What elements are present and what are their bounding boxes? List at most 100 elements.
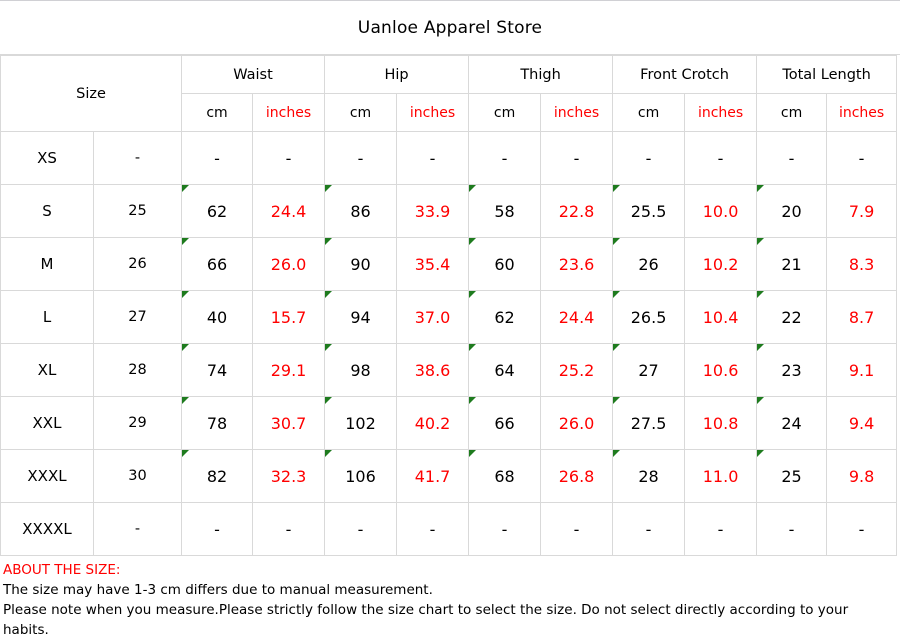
cell-hip-in: - xyxy=(396,502,470,556)
unit-header-hip-inches: inches xyxy=(396,93,470,132)
cell-hip-cm: 86 xyxy=(324,184,398,238)
table-row: XXL 29 78 30.7 102 40.2 66 26.0 27.5 10.8 24 9.4 xyxy=(0,396,898,450)
cell-size-number: 25 xyxy=(92,184,183,238)
cell-total-length-cm: 20 xyxy=(756,184,828,238)
cell-size-label: M xyxy=(0,237,94,291)
cell-size-label: XXXXL xyxy=(0,502,94,556)
cell-front-crotch-in: 10.4 xyxy=(684,290,758,344)
cell-total-length-in: 9.1 xyxy=(826,343,898,397)
cell-thigh-in: 26.8 xyxy=(540,449,614,503)
cell-size-number: 28 xyxy=(92,343,183,397)
cell-front-crotch-in: 10.2 xyxy=(684,237,758,291)
cell-hip-in: 33.9 xyxy=(396,184,470,238)
table-header: Size Waist Hip Thigh Front Crotch Total … xyxy=(0,55,898,132)
unit-header-total-length-inches: inches xyxy=(826,93,898,132)
cell-total-length-cm: 21 xyxy=(756,237,828,291)
cell-total-length-in: 7.9 xyxy=(826,184,898,238)
cell-thigh-in: 25.2 xyxy=(540,343,614,397)
cell-total-length-cm: 23 xyxy=(756,343,828,397)
cell-waist-cm: - xyxy=(181,131,254,185)
cell-thigh-cm: 58 xyxy=(468,184,542,238)
unit-header-waist-inches: inches xyxy=(252,93,326,132)
cell-size-number: 26 xyxy=(92,237,183,291)
cell-front-crotch-cm: - xyxy=(612,131,686,185)
cell-front-crotch-cm: 27 xyxy=(612,343,686,397)
cell-total-length-in: 8.3 xyxy=(826,237,898,291)
cell-front-crotch-in: 11.0 xyxy=(684,449,758,503)
cell-thigh-in: 26.0 xyxy=(540,396,614,450)
unit-header-thigh-cm: cm xyxy=(468,93,542,132)
cell-waist-in: 32.3 xyxy=(252,449,326,503)
cell-size-label: XS xyxy=(0,131,94,185)
cell-hip-in: 35.4 xyxy=(396,237,470,291)
cell-total-length-in: - xyxy=(826,502,898,556)
cell-size-label: S xyxy=(0,184,94,238)
cell-total-length-cm: 22 xyxy=(756,290,828,344)
table-row: M 26 66 26.0 90 35.4 60 23.6 26 10.2 21 8.3 xyxy=(0,237,898,291)
about-the-size-notes: ABOUT THE SIZE: The size may have 1-3 cm… xyxy=(0,556,900,640)
cell-hip-cm: 94 xyxy=(324,290,398,344)
column-header-thigh: Thigh xyxy=(468,55,614,94)
cell-thigh-cm: 64 xyxy=(468,343,542,397)
cell-hip-in: 41.7 xyxy=(396,449,470,503)
notes-line-2: Please note when you measure.Please stri… xyxy=(3,602,849,638)
page-title: Uanloe Apparel Store xyxy=(357,17,543,38)
cell-thigh-in: - xyxy=(540,131,614,185)
cell-total-length-cm: 25 xyxy=(756,449,828,503)
size-chart-table: Size Waist Hip Thigh Front Crotch Total … xyxy=(0,55,898,556)
cell-front-crotch-cm: 26.5 xyxy=(612,290,686,344)
cell-size-label: XXL xyxy=(0,396,94,450)
unit-header-hip-cm: cm xyxy=(324,93,398,132)
cell-waist-in: 26.0 xyxy=(252,237,326,291)
store-title-bar: Uanloe Apparel Store xyxy=(0,1,900,55)
column-header-waist: Waist xyxy=(181,55,326,94)
cell-hip-in: 37.0 xyxy=(396,290,470,344)
cell-front-crotch-in: - xyxy=(684,502,758,556)
cell-waist-in: 29.1 xyxy=(252,343,326,397)
cell-thigh-in: 22.8 xyxy=(540,184,614,238)
cell-waist-cm: 78 xyxy=(181,396,254,450)
cell-hip-cm: 90 xyxy=(324,237,398,291)
table-row: L 27 40 15.7 94 37.0 62 24.4 26.5 10.4 22 8.7 xyxy=(0,290,898,344)
cell-size-number: 29 xyxy=(92,396,183,450)
cell-front-crotch-in: 10.8 xyxy=(684,396,758,450)
cell-waist-in: - xyxy=(252,131,326,185)
cell-front-crotch-cm: 25.5 xyxy=(612,184,686,238)
cell-hip-cm: - xyxy=(324,131,398,185)
cell-waist-in: 15.7 xyxy=(252,290,326,344)
cell-size-label: XXXL xyxy=(0,449,94,503)
cell-waist-cm: 62 xyxy=(181,184,254,238)
table-row: XXXL 30 82 32.3 106 41.7 68 26.8 28 11.0 25 9.8 xyxy=(0,449,898,503)
cell-size-number: - xyxy=(92,131,183,185)
cell-waist-cm: 40 xyxy=(181,290,254,344)
cell-size-label: L xyxy=(0,290,94,344)
cell-thigh-in: 23.6 xyxy=(540,237,614,291)
cell-total-length-in: 9.4 xyxy=(826,396,898,450)
cell-thigh-in: 24.4 xyxy=(540,290,614,344)
cell-total-length-in: 8.7 xyxy=(826,290,898,344)
cell-front-crotch-cm: - xyxy=(612,502,686,556)
cell-waist-cm: 66 xyxy=(181,237,254,291)
cell-front-crotch-in: - xyxy=(684,131,758,185)
cell-hip-in: - xyxy=(396,131,470,185)
cell-thigh-cm: - xyxy=(468,131,542,185)
cell-thigh-cm: 62 xyxy=(468,290,542,344)
cell-total-length-in: 9.8 xyxy=(826,449,898,503)
table-row: XL 28 74 29.1 98 38.6 64 25.2 27 10.6 23 9.1 xyxy=(0,343,898,397)
cell-thigh-in: - xyxy=(540,502,614,556)
cell-front-crotch-cm: 27.5 xyxy=(612,396,686,450)
unit-header-total-length-cm: cm xyxy=(756,93,828,132)
cell-total-length-cm: 24 xyxy=(756,396,828,450)
cell-thigh-cm: 66 xyxy=(468,396,542,450)
unit-header-waist-cm: cm xyxy=(181,93,254,132)
cell-total-length-in: - xyxy=(826,131,898,185)
cell-thigh-cm: - xyxy=(468,502,542,556)
table-body: XS - - - - - - - - - - - S 25 62 24.4 86 33.9 58 22.8 25.5 10… xyxy=(0,131,898,556)
size-chart-page: Uanloe Apparel Store Size Waist Hip Thig… xyxy=(0,0,900,640)
cell-hip-in: 38.6 xyxy=(396,343,470,397)
column-header-size: Size xyxy=(0,55,183,132)
table-row: XXXXL - - - - - - - - - - - xyxy=(0,502,898,556)
cell-thigh-cm: 60 xyxy=(468,237,542,291)
cell-hip-cm: 98 xyxy=(324,343,398,397)
table-row: S 25 62 24.4 86 33.9 58 22.8 25.5 10.0 20 7.9 xyxy=(0,184,898,238)
